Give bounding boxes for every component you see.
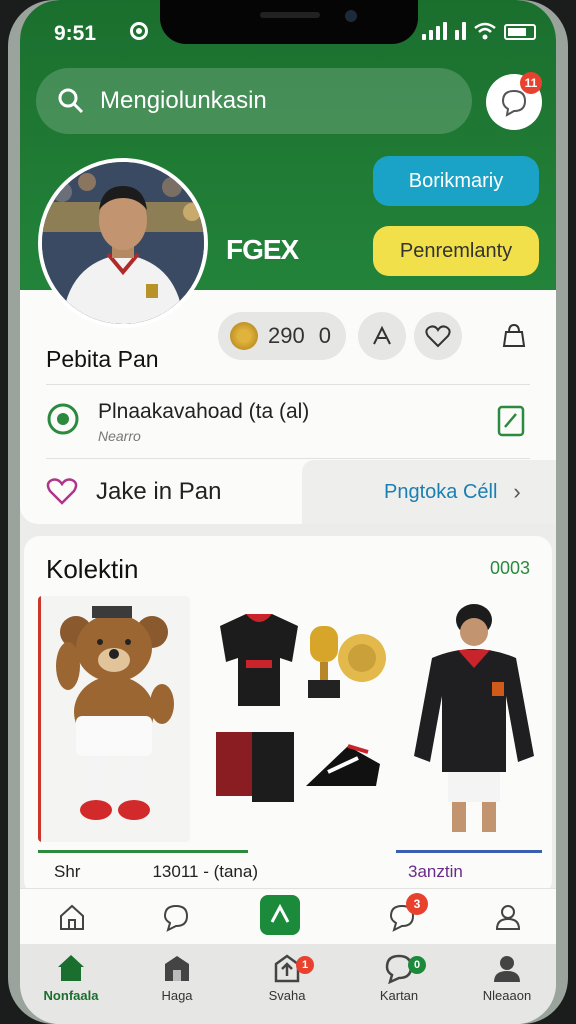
chevron-right-icon: › [513,479,521,504]
tile-accent [38,596,41,842]
profile-name: Pebita Pan [46,346,159,372]
tab-chat[interactable]: 0 Kartan [354,952,444,1003]
strip-item-right[interactable]: 3anztin [396,850,542,890]
favorite-label: Jake in Pan [96,478,222,505]
info-title: Plnaakavahoad (ta (al) [98,400,310,423]
messages-top-button[interactable]: 3 [386,893,428,933]
signal-icon [422,22,447,40]
device-notch [160,0,418,44]
divider [46,458,530,459]
upload-badge: 1 [296,956,314,974]
collection-item-mascot[interactable] [38,596,190,842]
tab-upload-label: Svaha [268,988,306,1003]
coin-icon [230,322,258,350]
player-photo [42,162,204,324]
strip-mid-label: 13011 - (tana) [152,861,258,881]
status-time: 9:51 [54,22,97,45]
favorite-link-label: Pngtoka Céll [384,480,498,503]
bag-button[interactable] [490,312,538,360]
profile-avatar[interactable] [38,158,208,328]
home-outline-button[interactable] [56,901,88,933]
divider [46,384,530,385]
collection-count[interactable]: 0003 [490,558,530,579]
collection-item-kit[interactable] [198,596,398,842]
tab-profile-label: Nleaaon [482,988,532,1003]
brand-label: FGEX [226,234,299,265]
search-bar[interactable]: Mengiolunkasin [36,68,472,134]
user-outline-icon [495,905,521,930]
bottom-navigation: Nonfaala Haga 1 Svaha 0 Kartan Nleaaon [20,944,556,1024]
wifi-icon [474,22,496,40]
plus-icon [270,903,290,923]
report-button[interactable]: Penremlanty [373,226,539,276]
battery-icon [504,24,536,40]
home-outline-icon [60,904,84,930]
store-icon [165,956,189,981]
tab-home-label: Nonfaala [43,988,99,1003]
profile-header: 9:51 Mengiolunkasin 11 FGEX Borikmariy P… [20,0,556,328]
bear-mascot-image [56,606,174,820]
search-icon [58,88,84,114]
profile-outline-button[interactable] [492,901,524,933]
signal-2-icon [455,22,466,40]
tab-chat-label: Kartan [379,988,419,1003]
heart-icon [46,478,78,505]
tab-store-label: Haga [161,988,193,1003]
search-placeholder: Mengiolunkasin [100,87,267,114]
action-bar: 3 [20,888,556,944]
strip-item-left[interactable]: Shr 13011 - (tana) [38,850,258,890]
app-screen: 9:51 Mengiolunkasin 11 FGEX Borikmariy P… [20,0,556,1024]
message-top-badge: 3 [406,893,428,915]
chat-button[interactable]: 11 [486,72,542,130]
share-button[interactable] [358,312,406,360]
coin-balance[interactable]: 290 0 [218,312,346,360]
favorite-button[interactable] [414,312,462,360]
collection-title: Kolektin [46,554,139,584]
info-subtitle: Nearro [98,428,141,444]
strip-left-label: Shr [54,861,81,881]
create-button[interactable] [260,895,300,935]
tab-store[interactable]: Haga [132,952,222,1003]
coin-suffix: 0 [318,323,331,348]
chat-tab-badge: 0 [408,956,426,974]
strip-right-label: 3anztin [408,861,463,881]
collection-item-jacket[interactable] [406,596,542,842]
location-icon [47,403,79,435]
comment-icon [163,904,189,932]
share-icon [373,325,391,345]
speaker [260,12,320,18]
player-jacket-image [414,604,534,832]
jersey-trophy-image [216,614,386,802]
collection-section: Kolektin 0003 Shr 13011 - (tana) 3anztin [24,536,552,896]
favorite-link[interactable]: Pngtoka Céll › [302,460,556,524]
chat-badge: 11 [520,72,542,94]
status-icons [422,22,536,40]
tab-home[interactable]: Nonfaala [26,952,116,1003]
tab-upload[interactable]: 1 Svaha [242,952,332,1003]
edit-icon[interactable] [496,402,526,438]
user-icon [494,956,520,982]
heart-outline-icon [425,325,451,348]
bag-icon [502,323,526,347]
front-camera [345,10,357,22]
coin-value: 290 [268,323,305,348]
comment-button[interactable] [160,901,192,933]
status-indicator-icon [130,22,148,40]
home-icon [58,955,84,981]
follow-button[interactable]: Borikmariy [373,156,539,206]
tab-profile[interactable]: Nleaaon [462,952,552,1003]
